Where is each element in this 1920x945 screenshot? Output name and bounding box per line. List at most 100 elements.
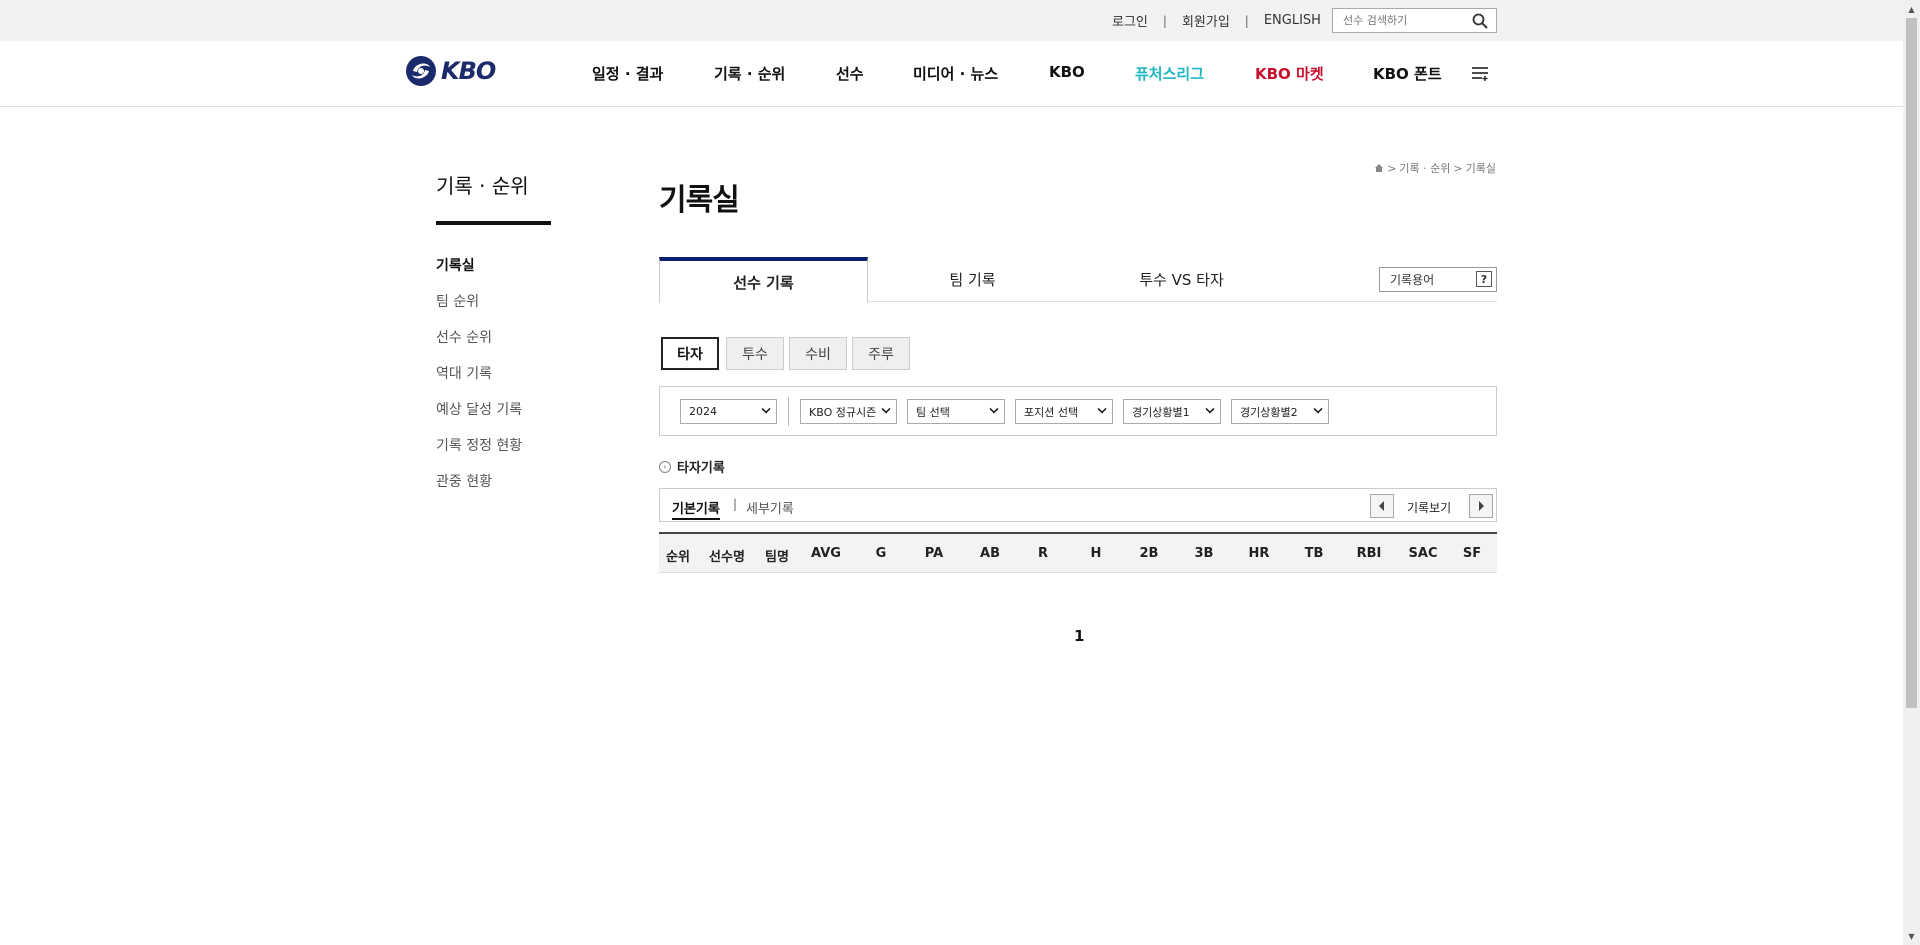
main-header: KBO 일정 · 결과 기록 · 순위 선수 미디어 · 뉴스 KBO 퓨처스리… bbox=[0, 41, 1903, 107]
record-bar-separator: | bbox=[733, 497, 738, 511]
chevron-down-icon bbox=[761, 404, 771, 414]
series-select-value: KBO 정규시즌 bbox=[809, 405, 877, 419]
search-icon[interactable] bbox=[1472, 13, 1488, 29]
breadcrumb-separator: > bbox=[1387, 161, 1397, 175]
column-header-sac[interactable]: SAC bbox=[1409, 546, 1438, 561]
series-select[interactable]: KBO 정규시즌 bbox=[800, 399, 897, 424]
situation2-select-value: 경기상황별2 bbox=[1240, 405, 1298, 419]
nav-schedule[interactable]: 일정 · 결과 bbox=[592, 63, 663, 84]
column-header-team-name[interactable]: 팀명 bbox=[765, 546, 789, 565]
nav-kbo[interactable]: KBO bbox=[1049, 63, 1085, 81]
chevron-down-icon bbox=[1313, 404, 1323, 414]
glossary-label: 기록용어 bbox=[1390, 273, 1435, 287]
chevron-down-icon bbox=[1205, 404, 1215, 414]
column-header-3b[interactable]: 3B bbox=[1195, 546, 1214, 561]
nav-kbo-font[interactable]: KBO 폰트 bbox=[1373, 63, 1442, 84]
scroll-up-arrow-icon[interactable]: ▲ bbox=[1906, 3, 1917, 15]
subtab-pitcher[interactable]: 투수 bbox=[726, 337, 784, 370]
sidebar-item-team-rank[interactable]: 팀 순위 bbox=[436, 291, 479, 311]
record-tabs: 선수 기록 팀 기록 투수 VS 타자 bbox=[659, 257, 1497, 303]
column-header-pa[interactable]: PA bbox=[925, 546, 943, 561]
chevron-right-circle-icon: › bbox=[659, 460, 671, 473]
record-type-bar: 기본기록 | 세부기록 기록보기 bbox=[659, 488, 1497, 522]
scrollbar-thumb[interactable] bbox=[1906, 18, 1917, 708]
next-record-button[interactable] bbox=[1469, 494, 1493, 518]
column-header-g[interactable]: G bbox=[876, 546, 887, 561]
sidebar-item-player-rank[interactable]: 선수 순위 bbox=[436, 327, 492, 347]
help-icon: ? bbox=[1476, 271, 1492, 287]
filter-panel: 2024 KBO 정규시즌 팀 선택 포지션 선택 경기상황별1 경기상황별2 bbox=[659, 386, 1497, 436]
chevron-down-icon bbox=[881, 404, 891, 414]
nav-media-news[interactable]: 미디어 · 뉴스 bbox=[913, 63, 998, 84]
section-batter-records: › 타자기록 bbox=[659, 457, 725, 476]
sidebar-item-record-corrections[interactable]: 기록 정정 현황 bbox=[436, 435, 522, 455]
pagination-page-1[interactable]: 1 bbox=[1074, 627, 1084, 645]
signup-link[interactable]: 회원가입 bbox=[1182, 11, 1230, 30]
home-icon[interactable] bbox=[1374, 163, 1384, 173]
page-title: 기록실 bbox=[659, 183, 740, 218]
sidebar-item-attendance[interactable]: 관중 현황 bbox=[436, 471, 492, 491]
english-link[interactable]: ENGLISH bbox=[1264, 13, 1321, 28]
column-header-rbi[interactable]: RBI bbox=[1357, 546, 1382, 561]
filter-divider bbox=[788, 397, 789, 426]
tab-player-records[interactable]: 선수 기록 bbox=[659, 257, 868, 303]
column-header-ab[interactable]: AB bbox=[980, 546, 1000, 561]
sidebar-item-expected-milestones[interactable]: 예상 달성 기록 bbox=[436, 399, 522, 419]
sidebar-item-all-time-records[interactable]: 역대 기록 bbox=[436, 363, 492, 383]
records-table-header: 순위 선수명 팀명 AVG G PA AB R H 2B 3B HR TB RB… bbox=[659, 532, 1497, 573]
subtab-baserunning[interactable]: 주루 bbox=[852, 337, 910, 370]
column-header-avg[interactable]: AVG bbox=[811, 546, 841, 561]
detail-records-link[interactable]: 세부기록 bbox=[746, 498, 794, 517]
column-header-2b[interactable]: 2B bbox=[1140, 546, 1159, 561]
column-header-r[interactable]: R bbox=[1038, 546, 1048, 561]
chevron-down-icon bbox=[1097, 404, 1107, 414]
kbo-logo[interactable]: KBO bbox=[405, 55, 496, 87]
team-select-value: 팀 선택 bbox=[916, 405, 950, 419]
hamburger-menu-icon[interactable] bbox=[1472, 66, 1490, 82]
section-label: 타자기록 bbox=[677, 461, 725, 476]
glossary-button[interactable]: 기록용어 ? bbox=[1379, 267, 1497, 292]
tab-team-records[interactable]: 팀 기록 bbox=[868, 257, 1077, 302]
chevron-left-icon bbox=[1379, 501, 1384, 511]
utility-separator: | bbox=[1162, 13, 1167, 28]
nav-kbo-market[interactable]: KBO 마켓 bbox=[1255, 63, 1324, 84]
situation1-select[interactable]: 경기상황별1 bbox=[1123, 399, 1221, 424]
utility-links: 로그인 | 회원가입 | ENGLISH bbox=[1112, 0, 1321, 41]
sidebar-item-records-room[interactable]: 기록실 bbox=[436, 255, 475, 275]
team-select[interactable]: 팀 선택 bbox=[907, 399, 1005, 424]
tab-pitcher-vs-batter[interactable]: 투수 VS 타자 bbox=[1077, 257, 1286, 302]
year-select[interactable]: 2024 bbox=[680, 399, 777, 424]
column-header-tb[interactable]: TB bbox=[1305, 546, 1324, 561]
sidebar-title: 기록 · 순위 bbox=[436, 174, 529, 198]
column-header-player-name[interactable]: 선수명 bbox=[709, 546, 745, 565]
record-view-label: 기록보기 bbox=[1407, 501, 1452, 515]
login-link[interactable]: 로그인 bbox=[1112, 11, 1148, 30]
prev-record-button[interactable] bbox=[1370, 494, 1394, 518]
situation1-select-value: 경기상황별1 bbox=[1132, 405, 1190, 419]
chevron-down-icon bbox=[989, 404, 999, 414]
column-header-hr[interactable]: HR bbox=[1249, 546, 1270, 561]
nav-records[interactable]: 기록 · 순위 bbox=[714, 63, 785, 84]
position-select[interactable]: 포지션 선택 bbox=[1015, 399, 1113, 424]
subtab-batter[interactable]: 타자 bbox=[661, 337, 719, 370]
subtab-defense[interactable]: 수비 bbox=[789, 337, 847, 370]
year-select-value: 2024 bbox=[689, 405, 717, 418]
nav-players[interactable]: 선수 bbox=[836, 63, 864, 84]
breadcrumb: > 기록 · 순위 > 기록실 bbox=[1374, 160, 1496, 176]
kbo-wordmark: KBO bbox=[441, 57, 496, 85]
player-search-input[interactable] bbox=[1333, 9, 1463, 32]
scroll-down-arrow-icon[interactable]: ▼ bbox=[1906, 930, 1917, 942]
basic-records-link[interactable]: 기본기록 bbox=[672, 498, 720, 520]
breadcrumb-item-records[interactable]: 기록 · 순위 bbox=[1399, 160, 1450, 176]
position-select-value: 포지션 선택 bbox=[1024, 405, 1079, 419]
utility-separator: | bbox=[1244, 13, 1249, 28]
nav-futures-league[interactable]: 퓨처스리그 bbox=[1135, 63, 1204, 84]
kbo-emblem-icon bbox=[406, 56, 436, 86]
column-header-rank[interactable]: 순위 bbox=[666, 546, 690, 565]
sidebar-title-underline bbox=[436, 221, 551, 225]
column-header-h[interactable]: H bbox=[1091, 546, 1102, 561]
column-header-sf[interactable]: SF bbox=[1463, 546, 1481, 561]
chevron-right-icon bbox=[1479, 501, 1484, 511]
utility-bar: 로그인 | 회원가입 | ENGLISH bbox=[0, 0, 1903, 41]
situation2-select[interactable]: 경기상황별2 bbox=[1231, 399, 1329, 424]
